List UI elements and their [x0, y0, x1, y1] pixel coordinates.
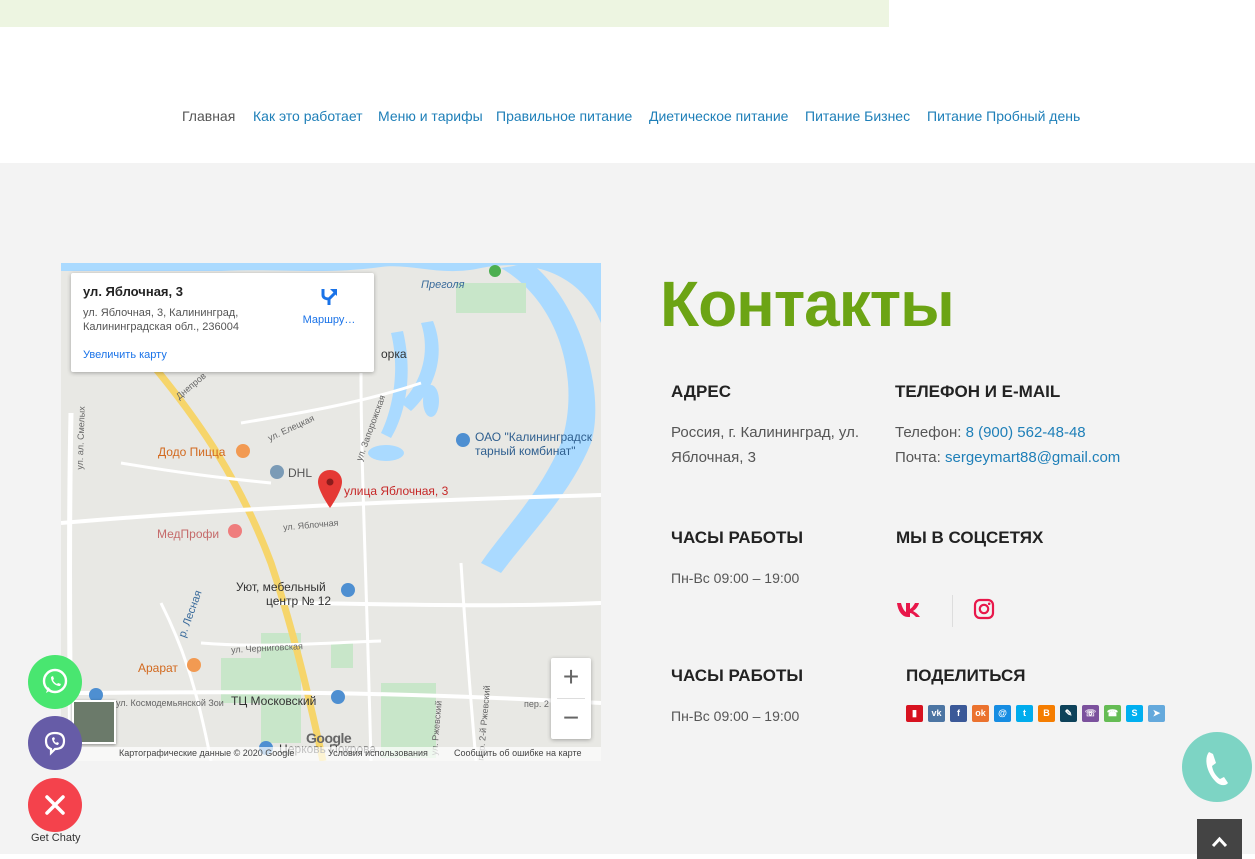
whatsapp-icon: [42, 668, 68, 694]
directions-icon: [321, 289, 337, 305]
viber-share-icon[interactable]: ☏: [1082, 705, 1099, 722]
bookmark-icon[interactable]: ▮: [906, 705, 923, 722]
share-heading: ПОДЕЛИТЬСЯ: [906, 666, 1026, 685]
nav-item-healthy-food[interactable]: Правильное питание: [496, 108, 632, 124]
main-nav: Главная Как это работает Меню и тарифы П…: [0, 108, 1255, 130]
map-label-orka: орка: [381, 347, 407, 361]
blogger-icon[interactable]: B: [1038, 705, 1055, 722]
top-banner-strip: [0, 0, 889, 27]
hours-heading-2: ЧАСЫ РАБОТЫ: [671, 666, 804, 685]
odnoklassniki-icon[interactable]: ok: [972, 705, 989, 722]
contacts-section: Преголя Додо Пицца DHL улица Яблочная, 3…: [0, 163, 1255, 854]
vk-icon[interactable]: [896, 601, 924, 618]
map-label-target: улица Яблочная, 3: [344, 484, 449, 498]
moimir-icon[interactable]: @: [994, 705, 1011, 722]
contacts-title: Контакты: [660, 268, 955, 340]
map-label-uyut-line2: центр № 12: [266, 594, 332, 608]
map-label-uyut-line1: Уют, мебельный: [236, 580, 326, 594]
livejournal-icon[interactable]: ✎: [1060, 705, 1077, 722]
route-label: Маршру…: [302, 314, 356, 326]
instagram-icon[interactable]: [973, 598, 995, 620]
email-link[interactable]: sergeymart88@gmail.com: [945, 449, 1120, 466]
map-info-card: ул. Яблочная, 3 ул. Яблочная, 3, Калинин…: [71, 273, 374, 372]
skype-icon[interactable]: S: [1126, 705, 1143, 722]
google-logo: Google: [306, 730, 352, 746]
map-label-dodo: Додо Пицца: [158, 445, 226, 459]
twitter-icon[interactable]: t: [1016, 705, 1033, 722]
map-info-address-line2: Калининградская обл., 236004: [83, 321, 239, 333]
map-attr-report[interactable]: Сообщить об ошибке на карте: [454, 748, 581, 758]
zoom-in-button[interactable]: +: [551, 658, 591, 698]
map-label-dhl: DHL: [288, 466, 313, 480]
map-attr-terms[interactable]: Условия использования: [328, 748, 428, 758]
viber-icon: [44, 731, 66, 756]
map-attribution: Картографические данные © 2020 Google Ус…: [61, 747, 601, 761]
telegram-icon[interactable]: ➤: [1148, 705, 1165, 722]
whatsapp-share-icon[interactable]: ☎: [1104, 705, 1121, 722]
nav-item-menu-tariffs[interactable]: Меню и тарифы: [378, 108, 483, 124]
nav-item-home[interactable]: Главная: [182, 108, 235, 124]
map-street-per2-east: пер. 2: [524, 699, 549, 709]
map-label-medprofi: МедПрофи: [157, 527, 220, 541]
social-divider: [952, 595, 953, 627]
map-label-kombinat: ОАО "Калининградск тарный комбинат": [475, 430, 592, 458]
google-map[interactable]: Преголя Додо Пицца DHL улица Яблочная, 3…: [61, 263, 601, 761]
social-heading: МЫ В СОЦСЕТЯХ: [896, 528, 1044, 547]
address-heading: АДРЕС: [671, 382, 731, 401]
map-label-pregolya: Преголя: [421, 279, 465, 291]
nav-item-diet-food[interactable]: Диетическое питание: [649, 108, 788, 124]
map-label-kombinat-line2: тарный комбинат": [475, 444, 576, 458]
nav-item-trial-day[interactable]: Питание Пробный день: [927, 108, 1080, 124]
zoom-controls: + −: [551, 658, 591, 739]
map-label-uyut: Уют, мебельный центр № 12: [236, 580, 331, 608]
phone-email-heading: ТЕЛЕФОН И E-MAIL: [895, 382, 1061, 401]
chaty-viber-button[interactable]: [28, 716, 82, 770]
map-attr-data: Картографические данные © 2020 Google: [119, 748, 295, 758]
chaty-label: Get Chaty: [31, 832, 81, 844]
email-label: Почта:: [895, 449, 945, 466]
enlarge-map-link[interactable]: Увеличить карту: [83, 349, 167, 361]
close-icon: [45, 795, 65, 815]
map-info-address: ул. Яблочная, 3, Калининград, Калинингра…: [83, 306, 273, 334]
nav-item-business-food[interactable]: Питание Бизнес: [805, 108, 910, 124]
route-button[interactable]: Маршру…: [299, 285, 359, 326]
hours-heading: ЧАСЫ РАБОТЫ: [671, 528, 804, 547]
phone-email-block: Телефон: 8 (900) 562-48-48 Почта: sergey…: [895, 420, 1195, 470]
phone-link[interactable]: 8 (900) 562-48-48: [966, 424, 1086, 441]
phone-icon: [1206, 752, 1228, 786]
phone-label: Телефон:: [895, 424, 966, 441]
chaty-whatsapp-button[interactable]: [28, 655, 82, 709]
address-text: Россия, г. Калининград, ул. Яблочная, 3: [671, 424, 859, 466]
map-info-title: ул. Яблочная, 3: [83, 284, 183, 299]
hours-text: Пн-Вс 09:00 – 19:00: [671, 570, 800, 586]
map-info-address-line1: ул. Яблочная, 3, Калининград,: [83, 307, 239, 319]
map-street-kosmodem: ул. Космодемьянской Зои: [116, 698, 224, 708]
chaty-close-button[interactable]: [28, 778, 82, 832]
map-label-ararat: Арарат: [138, 661, 178, 675]
map-label-tc: ТЦ Московский: [231, 694, 317, 708]
chevron-up-icon: [1211, 836, 1228, 848]
scroll-to-top-button[interactable]: [1197, 819, 1242, 859]
nav-item-how-it-works[interactable]: Как это работает: [253, 108, 363, 124]
facebook-icon[interactable]: f: [950, 705, 967, 722]
zoom-out-button[interactable]: −: [551, 699, 591, 739]
map-label-kombinat-line1: ОАО "Калининградск: [475, 430, 593, 444]
hours-text-2: Пн-Вс 09:00 – 19:00: [671, 708, 800, 724]
vk-share-icon[interactable]: vk: [928, 705, 945, 722]
call-button[interactable]: [1182, 732, 1252, 802]
